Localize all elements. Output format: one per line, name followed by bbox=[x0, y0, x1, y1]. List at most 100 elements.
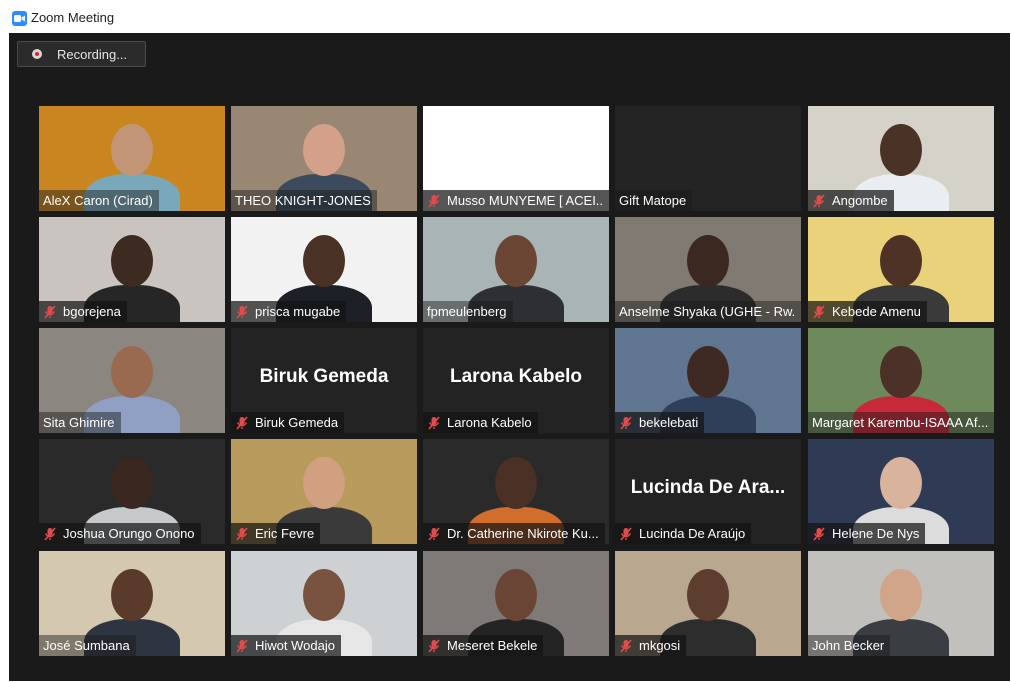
participant-name: Musso MUNYEME [ ACEI... bbox=[447, 193, 603, 208]
mic-muted-icon bbox=[428, 415, 440, 430]
participant-name: Lucinda De Araújo bbox=[639, 526, 746, 541]
participant-tile[interactable]: fpmeulenberg bbox=[423, 217, 609, 322]
participant-name-tag: bgorejena bbox=[39, 301, 127, 322]
participant-name: Hiwot Wodajo bbox=[255, 638, 335, 653]
participant-tile[interactable]: prisca mugabe bbox=[231, 217, 417, 322]
mic-muted-icon bbox=[44, 526, 56, 541]
participant-name: Anselme Shyaka (UGHE - Rw... bbox=[619, 304, 795, 319]
participant-silhouette-head bbox=[880, 346, 922, 398]
participant-name-tag: Margaret Karembu-ISAAA Af... bbox=[808, 412, 994, 433]
participant-name: Eric Fevre bbox=[255, 526, 315, 541]
participant-name: Meseret Bekele bbox=[447, 638, 538, 653]
participant-tile[interactable]: THEO KNIGHT-JONES bbox=[231, 106, 417, 211]
participant-name-tag: Angombe bbox=[808, 190, 894, 211]
participant-silhouette-head bbox=[880, 569, 922, 621]
participant-name: bekelebati bbox=[639, 415, 699, 430]
participant-name-tag: Anselme Shyaka (UGHE - Rw... bbox=[615, 301, 801, 322]
participant-tile[interactable]: Biruk Gemeda Biruk Gemeda bbox=[231, 328, 417, 433]
mic-muted-icon bbox=[428, 638, 440, 653]
participant-silhouette-head bbox=[111, 124, 153, 176]
title-bar: Zoom Meeting bbox=[0, 0, 1011, 33]
video-off-name: Biruk Gemeda bbox=[259, 366, 389, 387]
mic-muted-icon bbox=[236, 415, 248, 430]
participant-name-tag: Kebede Amenu bbox=[808, 301, 927, 322]
participant-silhouette-head bbox=[303, 235, 345, 287]
participant-tile[interactable]: John Becker bbox=[808, 551, 994, 656]
participant-tile[interactable]: Dr. Catherine Nkirote Ku... bbox=[423, 439, 609, 544]
meeting-gallery: Recording... AleX Caron (Cirad) THEO KNIG… bbox=[9, 33, 1010, 681]
window-title: Zoom Meeting bbox=[31, 10, 115, 25]
participant-name: Joshua Orungo Onono bbox=[63, 526, 195, 541]
participant-name-tag: José Sumbana bbox=[39, 635, 136, 656]
participant-name-tag: Meseret Bekele bbox=[423, 635, 544, 656]
participant-name: bgorejena bbox=[63, 304, 121, 319]
participant-tile[interactable]: Hiwot Wodajo bbox=[231, 551, 417, 656]
participant-name: Margaret Karembu-ISAAA Af... bbox=[812, 415, 988, 430]
participant-name: AleX Caron (Cirad) bbox=[43, 193, 153, 208]
participant-name-tag: Biruk Gemeda bbox=[231, 412, 345, 433]
participant-name-tag: AleX Caron (Cirad) bbox=[39, 190, 159, 211]
mic-muted-icon bbox=[44, 304, 56, 319]
participant-silhouette-head bbox=[880, 124, 922, 176]
mic-muted-icon bbox=[620, 415, 632, 430]
participant-tile[interactable]: Larona Kabelo Larona Kabelo bbox=[423, 328, 609, 433]
zoom-app-icon bbox=[12, 11, 27, 26]
participant-tile[interactable]: Kebede Amenu bbox=[808, 217, 994, 322]
participant-silhouette-head bbox=[111, 457, 153, 509]
participant-name: Biruk Gemeda bbox=[255, 415, 339, 430]
participant-silhouette-head bbox=[303, 457, 345, 509]
mic-muted-icon bbox=[813, 193, 825, 208]
participant-silhouette-head bbox=[111, 235, 153, 287]
participant-tile[interactable]: mkgosi bbox=[615, 551, 801, 656]
participant-silhouette-head bbox=[687, 569, 729, 621]
participant-name-tag: Musso MUNYEME [ ACEI... bbox=[423, 190, 609, 211]
participant-name: Kebede Amenu bbox=[832, 304, 921, 319]
participant-silhouette-head bbox=[880, 457, 922, 509]
participant-name-tag: Larona Kabelo bbox=[423, 412, 538, 433]
participant-name-tag: prisca mugabe bbox=[231, 301, 347, 322]
participant-name-tag: Sita Ghimire bbox=[39, 412, 121, 433]
participant-name-tag: Gift Matope bbox=[615, 190, 693, 211]
participant-tile[interactable]: bekelebati bbox=[615, 328, 801, 433]
participant-tile[interactable]: Helene De Nys bbox=[808, 439, 994, 544]
participant-name: mkgosi bbox=[639, 638, 681, 653]
participant-name: prisca mugabe bbox=[255, 304, 341, 319]
participant-tile[interactable]: Sita Ghimire bbox=[39, 328, 225, 433]
participant-name: Larona Kabelo bbox=[447, 415, 532, 430]
participant-silhouette-head bbox=[303, 124, 345, 176]
participant-tile[interactable]: Lucinda De Ara... Lucinda De Araújo bbox=[615, 439, 801, 544]
mic-muted-icon bbox=[620, 638, 632, 653]
participant-silhouette-head bbox=[111, 569, 153, 621]
participant-tile[interactable]: bgorejena bbox=[39, 217, 225, 322]
record-icon bbox=[32, 49, 42, 59]
participant-tile[interactable]: Meseret Bekele bbox=[423, 551, 609, 656]
participant-tile[interactable]: Eric Fevre bbox=[231, 439, 417, 544]
participant-tile[interactable]: Gift Matope bbox=[615, 106, 801, 211]
participant-name-tag: fpmeulenberg bbox=[423, 301, 513, 322]
participant-tile[interactable]: Musso MUNYEME [ ACEI... bbox=[423, 106, 609, 211]
participant-name-tag: Hiwot Wodajo bbox=[231, 635, 341, 656]
participant-name-tag: Lucinda De Araújo bbox=[615, 523, 752, 544]
participant-tile[interactable]: Joshua Orungo Onono bbox=[39, 439, 225, 544]
recording-indicator[interactable]: Recording... bbox=[17, 41, 146, 67]
participant-name-tag: John Becker bbox=[808, 635, 891, 656]
participant-tile[interactable]: Angombe bbox=[808, 106, 994, 211]
mic-muted-icon bbox=[236, 304, 248, 319]
participant-tile[interactable]: Anselme Shyaka (UGHE - Rw... bbox=[615, 217, 801, 322]
participant-name: Gift Matope bbox=[619, 193, 687, 208]
participant-silhouette-head bbox=[495, 457, 537, 509]
mic-muted-icon bbox=[813, 304, 825, 319]
mic-muted-icon bbox=[236, 638, 248, 653]
participant-tile[interactable]: José Sumbana bbox=[39, 551, 225, 656]
participant-silhouette-head bbox=[687, 235, 729, 287]
mic-muted-icon bbox=[428, 193, 440, 208]
participant-name: Helene De Nys bbox=[832, 526, 920, 541]
participant-silhouette-head bbox=[687, 346, 729, 398]
participant-name-tag: Dr. Catherine Nkirote Ku... bbox=[423, 523, 605, 544]
participant-silhouette-head bbox=[495, 235, 537, 287]
participant-tile[interactable]: Margaret Karembu-ISAAA Af... bbox=[808, 328, 994, 433]
mic-muted-icon bbox=[428, 526, 440, 541]
video-off-name: Lucinda De Ara... bbox=[630, 477, 786, 498]
participant-name: THEO KNIGHT-JONES bbox=[235, 193, 371, 208]
participant-tile[interactable]: AleX Caron (Cirad) bbox=[39, 106, 225, 211]
